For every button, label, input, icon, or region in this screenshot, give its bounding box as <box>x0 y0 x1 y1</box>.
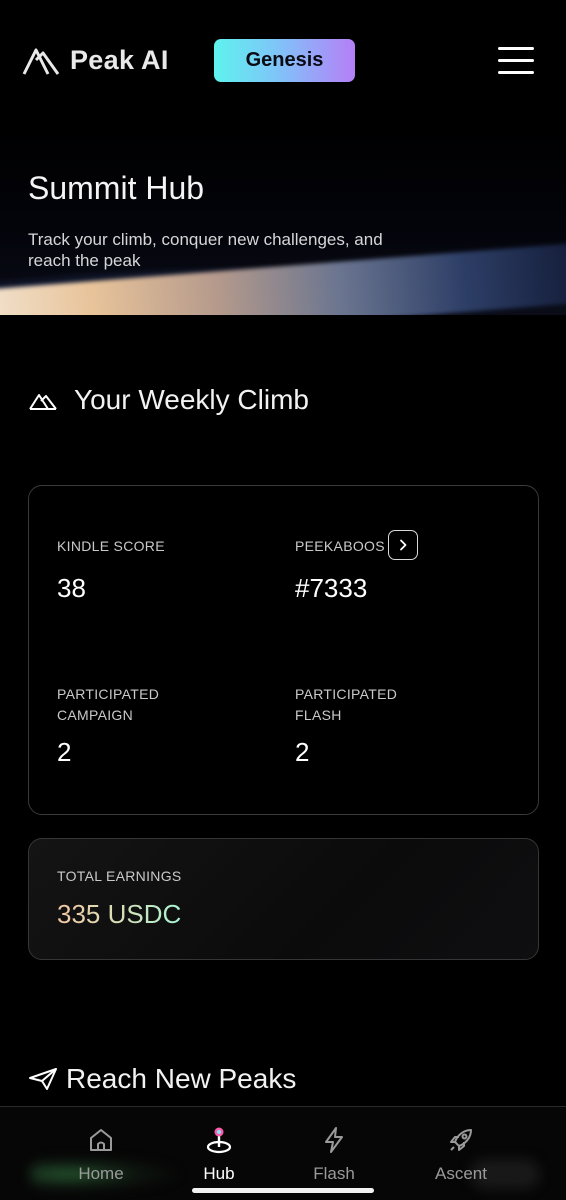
paper-plane-icon <box>29 1068 57 1090</box>
page-title: Summit Hub <box>28 170 205 206</box>
rocket-icon <box>450 1129 472 1151</box>
reach-new-peaks-heading: Reach New Peaks <box>28 1063 296 1095</box>
kindle-score-label: KINDLE SCORE <box>57 538 165 554</box>
nav-label-ascent: Ascent <box>435 1164 487 1183</box>
home-icon <box>90 1129 112 1151</box>
chevron-right-icon <box>400 539 407 551</box>
participated-flash-value: 2 <box>295 737 310 767</box>
peekaboos-label: PEEKABOOS <box>295 538 385 554</box>
app-logo[interactable]: Peak AI <box>22 44 169 76</box>
participated-campaign-value: 2 <box>57 737 72 767</box>
section-title: Your Weekly Climb <box>74 384 309 415</box>
weekly-stats-card: KINDLE SCORE 38 PEEKABOOS #7333 PARTICIP… <box>28 485 539 815</box>
nav-label-home: Home <box>78 1164 124 1183</box>
hero-banner: Summit Hub Track your climb, conquer new… <box>0 122 566 315</box>
nav-item-ascent[interactable]: Ascent <box>411 1125 511 1184</box>
total-earnings-label: TOTAL EARNINGS <box>57 868 182 884</box>
weekly-climb-heading: Your Weekly Climb <box>28 384 309 416</box>
peekaboos-value: #7333 <box>295 573 368 603</box>
peekaboos-open-button[interactable] <box>388 530 418 560</box>
total-earnings-value: 335 USDC <box>57 899 182 929</box>
kindle-score-value: 38 <box>57 573 86 603</box>
page-subtitle: Track your climb, conquer new challenges… <box>28 230 383 270</box>
section-title: Reach New Peaks <box>66 1063 297 1094</box>
home-indicator[interactable] <box>192 1188 374 1193</box>
total-earnings-card: TOTAL EARNINGS 335 USDC <box>28 838 539 960</box>
hamburger-menu-icon[interactable] <box>498 45 534 75</box>
genesis-badge-button[interactable]: Genesis <box>214 39 355 82</box>
nav-item-flash[interactable]: Flash <box>284 1125 384 1184</box>
nav-item-hub[interactable]: Hub <box>169 1125 269 1184</box>
bottom-nav-bar: Home Hub Flash Ascent <box>0 1106 566 1200</box>
participated-campaign-label: PARTICIPATED CAMPAIGN <box>57 686 160 723</box>
participated-flash-label: PARTICIPATED FLASH <box>295 686 398 723</box>
nav-item-home[interactable]: Home <box>51 1125 151 1184</box>
nav-label-hub: Hub <box>203 1164 235 1183</box>
nav-label-flash: Flash <box>313 1164 355 1183</box>
peak-logo-icon <box>22 48 60 75</box>
app-name: Peak AI <box>70 44 169 75</box>
hub-icon <box>206 1127 232 1154</box>
lightning-icon <box>325 1127 343 1153</box>
mountain-icon <box>29 394 57 410</box>
app-header: Peak AI Genesis <box>0 0 566 122</box>
